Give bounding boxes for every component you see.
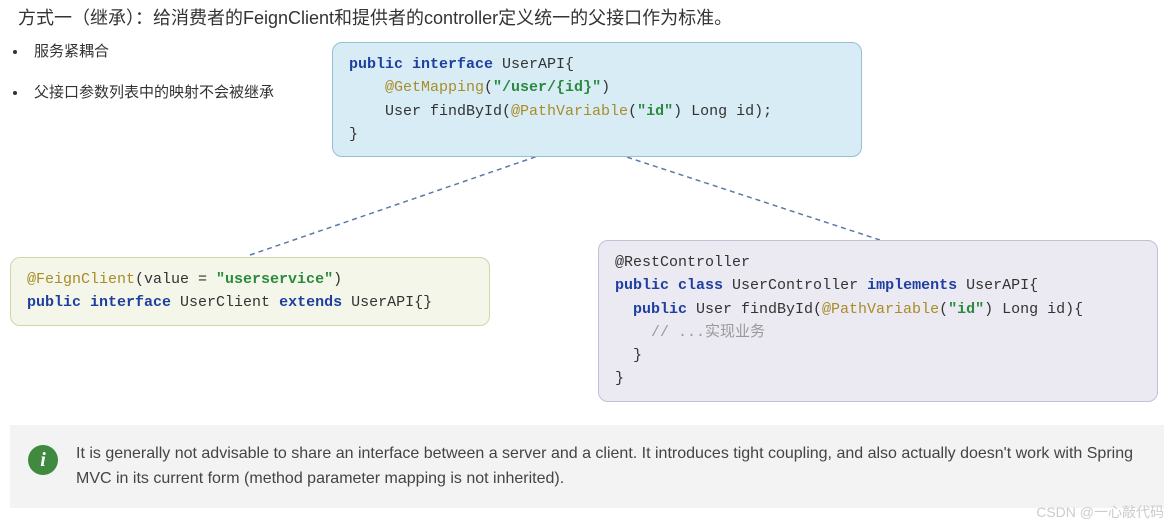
watermark: CSDN @一心敲代码 <box>1036 502 1164 522</box>
bullet-list: 服务紧耦合 父接口参数列表中的映射不会被继承 <box>28 40 274 122</box>
bullet-item: 服务紧耦合 <box>28 40 274 61</box>
page-title: 方式一（继承）：给消费者的FeignClient和提供者的controller定… <box>0 0 1174 38</box>
info-icon: i <box>28 445 58 475</box>
code-userclient: @FeignClient(value = "userservice") publ… <box>10 257 490 326</box>
info-callout: i It is generally not advisable to share… <box>10 425 1164 508</box>
code-usercontroller: @RestController public class UserControl… <box>598 240 1158 402</box>
bullet-item: 父接口参数列表中的映射不会被继承 <box>28 81 274 102</box>
code-userapi: public interface UserAPI{ @GetMapping("/… <box>332 42 862 157</box>
info-text: It is generally not advisable to share a… <box>76 441 1140 492</box>
